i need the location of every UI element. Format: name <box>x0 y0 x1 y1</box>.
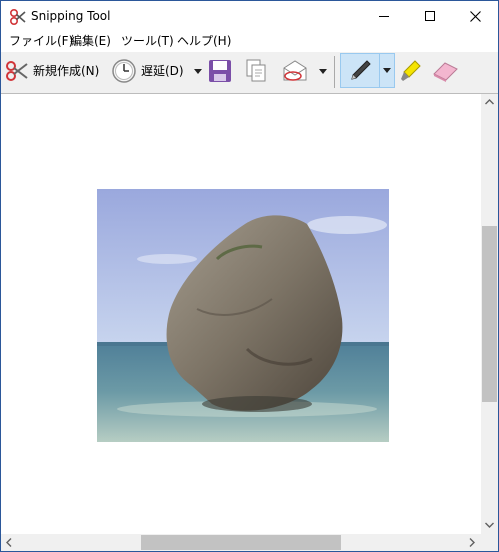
scrollbar-corner <box>481 534 498 551</box>
highlighter-button[interactable] <box>400 59 422 83</box>
menu-file[interactable]: ファイル(F) <box>9 34 73 49</box>
delay-button[interactable]: 遅延(D) <box>111 58 184 84</box>
scroll-up-icon[interactable] <box>485 99 494 105</box>
window-title: Snipping Tool <box>31 9 111 23</box>
menu-help[interactable]: ヘルプ(H) <box>177 34 231 49</box>
maximize-button[interactable] <box>407 1 453 31</box>
send-snip-icon <box>283 60 307 81</box>
minimize-icon <box>379 16 389 17</box>
send-dropdown-icon[interactable] <box>319 69 328 75</box>
scroll-left-icon[interactable] <box>6 538 12 547</box>
close-button[interactable] <box>452 1 498 31</box>
snipping-tool-app-icon <box>9 8 26 26</box>
pen-icon <box>351 60 371 80</box>
horizontal-scroll-thumb[interactable] <box>141 535 341 550</box>
menu-tools[interactable]: ツール(T) <box>121 34 174 49</box>
pen-dropdown-button[interactable] <box>380 53 395 88</box>
snipping-tool-window: Snipping Tool ファイル(F) 編集(E) ツール(T) ヘルプ(H… <box>0 0 499 552</box>
send-snip-button[interactable] <box>282 59 308 83</box>
copy-button[interactable] <box>245 59 267 83</box>
save-button[interactable] <box>208 59 232 83</box>
vertical-scrollbar[interactable] <box>481 94 498 534</box>
snip-canvas[interactable] <box>1 94 481 534</box>
pen-button[interactable] <box>340 53 380 88</box>
pen-dropdown-icon <box>383 68 391 73</box>
new-snip-label: 新規作成(N) <box>33 63 100 78</box>
scroll-right-icon[interactable] <box>469 538 475 547</box>
vertical-scroll-thumb[interactable] <box>482 226 497 402</box>
maximize-icon <box>425 11 435 21</box>
new-snip-button[interactable]: 新規作成(N) <box>5 59 99 83</box>
eraser-button[interactable] <box>431 60 459 82</box>
delay-label: 遅延(D) <box>141 63 184 78</box>
menu-bar: ファイル(F) 編集(E) ツール(T) ヘルプ(H) <box>1 32 498 52</box>
copy-icon <box>246 59 266 82</box>
menu-edit[interactable]: 編集(E) <box>70 34 111 49</box>
title-bar: Snipping Tool <box>1 1 498 31</box>
close-icon <box>469 10 481 22</box>
save-icon <box>209 60 231 82</box>
captured-snip-image <box>97 189 389 442</box>
eraser-icon <box>433 62 458 82</box>
toolbar: 新規作成(N) 遅延(D) <box>1 52 498 94</box>
minimize-button[interactable] <box>361 1 407 31</box>
toolbar-separator <box>334 56 335 88</box>
clock-icon <box>112 59 136 83</box>
scissors-icon <box>6 61 28 81</box>
scroll-down-icon[interactable] <box>485 522 494 528</box>
highlighter-icon <box>401 60 421 81</box>
horizontal-scrollbar[interactable] <box>1 534 481 551</box>
delay-dropdown-icon[interactable] <box>194 69 203 75</box>
